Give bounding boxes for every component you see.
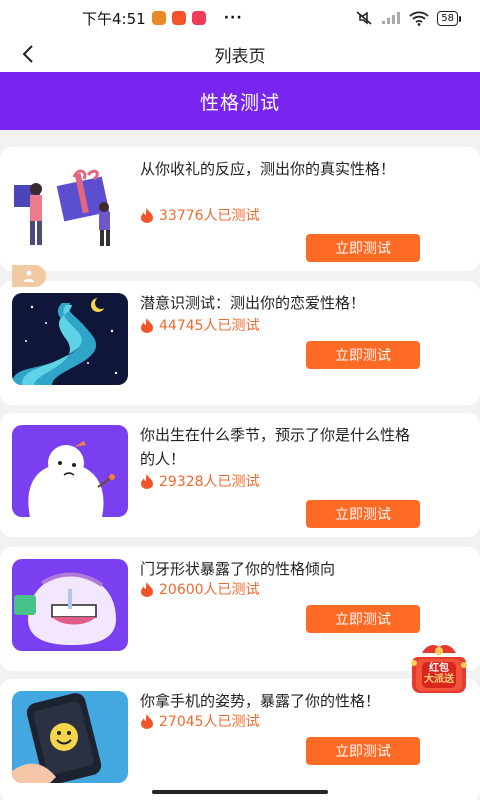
test-card[interactable]: 门牙形状暴露了你的性格倾向 20600人已测试 立即测试: [0, 547, 480, 671]
fire-icon: [141, 582, 153, 597]
back-button[interactable]: [14, 40, 42, 68]
floating-assistant-tab[interactable]: [12, 265, 46, 287]
test-title: 门牙形状暴露了你的性格倾向: [140, 560, 336, 578]
notification-app-icon: [151, 11, 166, 25]
page-title: 列表页: [214, 46, 266, 67]
red-packet-promo[interactable]: 红包 大派送: [410, 643, 468, 695]
home-indicator[interactable]: [152, 790, 328, 794]
test-count-text: 27045人已测试: [159, 714, 260, 730]
start-test-button[interactable]: 立即测试: [306, 605, 420, 633]
red-packet-label: 红包 大派送: [410, 663, 468, 685]
fire-icon: [141, 714, 153, 729]
test-count: 44745人已测试: [140, 315, 260, 335]
category-title: 性格测试: [199, 91, 280, 114]
fire-icon: [141, 208, 153, 223]
test-count: 29328人已测试: [140, 471, 260, 491]
category-banner: 性格测试: [0, 72, 480, 130]
nav-bar: 列表页: [0, 36, 480, 72]
test-title: 你拿手机的姿势，暴露了你的性格！: [140, 692, 381, 710]
test-thumbnail: [12, 293, 128, 385]
wifi-icon: [409, 11, 429, 26]
start-test-button[interactable]: 立即测试: [306, 500, 420, 528]
test-card[interactable]: 潜意识测试：测出你的恋爱性格！ 44745人已测试 立即测试: [0, 281, 480, 405]
chevron-left-icon: [22, 45, 33, 63]
fire-icon: [141, 474, 153, 489]
test-count-text: 44745人已测试: [159, 318, 260, 334]
battery-icon: 58: [437, 10, 461, 26]
red-packet-line2: 大派送: [424, 674, 454, 685]
test-card[interactable]: 你拿手机的姿势，暴露了你的性格！ 27045人已测试 立即测试: [0, 679, 480, 800]
test-thumbnail: [12, 691, 128, 783]
test-thumbnail: [12, 159, 128, 251]
start-test-button[interactable]: 立即测试: [306, 234, 420, 262]
start-test-button[interactable]: 立即测试: [306, 737, 420, 765]
test-thumbnail: [12, 559, 128, 651]
notification-video-icon: [171, 11, 186, 25]
test-title: 潜意识测试：测出你的恋爱性格！: [140, 294, 366, 312]
test-card[interactable]: 从你收礼的反应，测出你的真实性格！ 33776人已测试 立即测试: [0, 147, 480, 271]
red-packet-line1: 红包: [429, 663, 449, 674]
test-card[interactable]: 你出生在什么季节，预示了你是什么性格的人！ 29328人已测试 立即测试: [0, 413, 480, 537]
test-count: 27045人已测试: [140, 711, 260, 731]
status-bar: 下午4:51 ··· 58: [0, 0, 480, 36]
test-count: 33776人已测试: [140, 205, 260, 225]
test-title: 你出生在什么季节，预示了你是什么性格的人！: [140, 426, 411, 468]
status-time: 下午4:51: [82, 9, 146, 28]
start-test-button[interactable]: 立即测试: [306, 341, 420, 369]
mute-icon: [356, 11, 372, 25]
test-count: 20600人已测试: [140, 579, 260, 599]
test-count-text: 29328人已测试: [159, 474, 260, 490]
test-title: 从你收礼的反应，测出你的真实性格！: [140, 160, 396, 178]
test-thumbnail: [12, 425, 128, 517]
fire-icon: [141, 318, 153, 333]
person-icon: [24, 270, 34, 282]
test-count-text: 20600人已测试: [159, 582, 260, 598]
test-count-text: 33776人已测试: [159, 208, 260, 224]
notification-photo-icon: [191, 11, 206, 25]
more-notifications-icon: ···: [223, 10, 243, 26]
signal-icon: [382, 12, 401, 24]
